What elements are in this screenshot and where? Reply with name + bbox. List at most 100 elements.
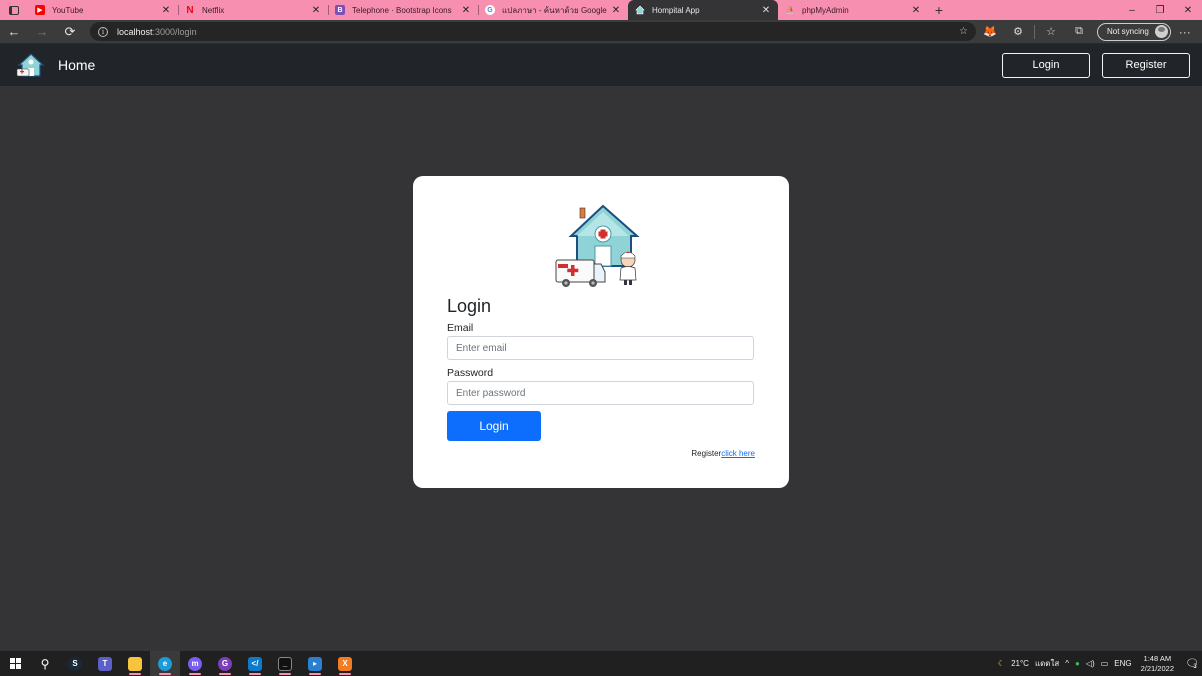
tab-youtube[interactable]: ▶ YouTube ✕ xyxy=(28,0,178,20)
vscode-icon: </ xyxy=(248,656,262,671)
arrow-right-icon: → xyxy=(35,24,49,39)
bootstrap-icon: B xyxy=(335,5,345,15)
xampp-icon: X xyxy=(338,656,352,671)
windows-taskbar: ⚲ S T e m G </ _ ▸ X ☾ 21°C แดดใส ^ ● ◁)… xyxy=(0,651,1202,676)
metamask-extension-icon[interactable]: 🦊 xyxy=(976,25,1004,38)
site-info-icon[interactable]: i xyxy=(98,26,108,37)
login-submit-button[interactable]: Login xyxy=(447,411,541,441)
new-tab-button[interactable]: + xyxy=(928,0,950,20)
extensions-puzzle-icon[interactable]: ⚙ xyxy=(1004,25,1032,38)
back-button[interactable]: ← xyxy=(0,20,28,44)
phpmyadmin-icon: ⛵ xyxy=(785,7,795,14)
restore-button[interactable]: ❐ xyxy=(1146,0,1174,20)
arrow-left-icon: ← xyxy=(7,24,21,39)
tab-phpmyadmin[interactable]: ⛵ phpMyAdmin ✕ xyxy=(778,0,928,20)
taskbar-xampp[interactable]: X xyxy=(330,651,360,676)
sync-label: Not syncing xyxy=(1107,27,1149,36)
start-button[interactable] xyxy=(0,651,30,676)
close-icon[interactable]: ✕ xyxy=(760,5,772,16)
close-icon[interactable]: ✕ xyxy=(910,5,922,16)
close-icon[interactable]: ✕ xyxy=(610,5,622,16)
network-status-icon[interactable]: ● xyxy=(1075,659,1080,668)
netflix-icon: N xyxy=(186,4,194,16)
register-link[interactable]: click here xyxy=(721,449,755,458)
notification-center-button[interactable]: 🗨 3 xyxy=(1180,651,1202,676)
window-close-button[interactable]: ✕ xyxy=(1174,0,1202,20)
input-language[interactable]: ENG xyxy=(1114,659,1131,668)
react-app-icon xyxy=(635,5,645,15)
clock-time: 1:48 AM xyxy=(1143,653,1172,663)
navbar-brand[interactable]: Home xyxy=(16,52,95,78)
favorite-star-icon[interactable]: ☆ xyxy=(959,26,968,37)
google-icon: G xyxy=(485,5,495,15)
avatar xyxy=(1154,25,1168,38)
taskbar-vscode[interactable]: </ xyxy=(240,651,270,676)
clock[interactable]: 1:48 AM 2/21/2022 xyxy=(1141,654,1174,674)
register-prompt-text: Register xyxy=(691,449,722,458)
tab-google-translate[interactable]: G แปลภาษา - ค้นหาด้วย Google ✕ xyxy=(478,0,628,20)
browser-tab-strip: ▶ YouTube ✕ N Netflix ✕ B Telephone · Bo… xyxy=(0,0,1202,20)
display-icon[interactable]: ▭ xyxy=(1101,659,1109,668)
close-icon[interactable]: ✕ xyxy=(160,5,172,16)
taskbar-steam[interactable]: S xyxy=(60,651,90,676)
taskbar-github[interactable]: G xyxy=(210,651,240,676)
taskbar-terminal[interactable]: _ xyxy=(270,651,300,676)
tab-title: YouTube xyxy=(52,5,84,15)
messenger-icon: m xyxy=(188,656,202,671)
folder-icon xyxy=(128,656,142,671)
address-bar[interactable]: i localhost:3000/login ☆ xyxy=(90,22,976,41)
password-field[interactable] xyxy=(447,381,754,405)
weather-temp[interactable]: 21°C xyxy=(1011,659,1029,668)
weather-moon-icon[interactable]: ☾ xyxy=(998,659,1005,668)
tab-bootstrap-icons[interactable]: B Telephone · Bootstrap Icons ✕ xyxy=(328,0,478,20)
tab-hompital-app[interactable]: Hompital App ✕ xyxy=(628,0,778,20)
password-label: Password xyxy=(447,367,494,379)
powershell-icon: ▸ xyxy=(308,656,322,671)
navbar-actions: Login Register xyxy=(1002,52,1190,78)
tab-title: แปลภาษา - ค้นหาด้วย Google xyxy=(502,5,607,15)
favorites-icon[interactable]: ☆ xyxy=(1037,25,1065,38)
nav-login-button[interactable]: Login xyxy=(1002,52,1090,78)
refresh-icon: ⟳ xyxy=(64,23,76,39)
toolbar-divider xyxy=(1034,24,1035,39)
profile-sync-button[interactable]: Not syncing xyxy=(1097,22,1171,41)
notification-count: 3 xyxy=(1193,663,1197,670)
login-title: Login xyxy=(447,296,492,316)
search-button[interactable]: ⚲ xyxy=(30,651,60,676)
tab-title: Netflix xyxy=(202,5,225,15)
close-icon[interactable]: ✕ xyxy=(310,5,322,16)
taskbar-file-explorer[interactable] xyxy=(120,651,150,676)
system-tray: ☾ 21°C แดดใส ^ ● ◁) ▭ ENG 1:48 AM 2/21/2… xyxy=(995,651,1202,676)
taskbar-teams[interactable]: T xyxy=(90,651,120,676)
tab-title: Telephone · Bootstrap Icons xyxy=(352,5,452,15)
close-icon[interactable]: ✕ xyxy=(460,5,472,16)
url-host: localhost xyxy=(117,26,153,37)
clock-date: 2/21/2022 xyxy=(1140,663,1174,673)
steam-icon: S xyxy=(68,656,82,671)
chevron-up-icon[interactable]: ^ xyxy=(1065,659,1069,668)
taskbar-powershell[interactable]: ▸ xyxy=(300,651,330,676)
collections-icon[interactable]: ⧉ xyxy=(1065,25,1093,38)
edge-icon: e xyxy=(158,656,172,671)
nav-register-button[interactable]: Register xyxy=(1102,52,1190,78)
register-prompt: Registerclick here xyxy=(691,449,755,458)
speaker-icon[interactable]: ◁) xyxy=(1086,659,1095,668)
browser-extensions: 🦊 ⚙ ☆ ⧉ xyxy=(976,24,1093,39)
tab-netflix[interactable]: N Netflix ✕ xyxy=(178,0,328,20)
app-navbar: Home Login Register xyxy=(0,44,1202,86)
url-path: :3000/login xyxy=(152,26,197,37)
taskbar-edge[interactable]: e xyxy=(150,651,180,676)
forward-button[interactable]: → xyxy=(28,20,56,44)
terminal-icon: _ xyxy=(278,656,292,671)
tab-actions-button[interactable] xyxy=(0,0,28,20)
more-options-button[interactable]: ··· xyxy=(1171,25,1199,39)
refresh-button[interactable]: ⟳ xyxy=(56,20,84,44)
github-icon: G xyxy=(218,656,232,671)
weather-desc[interactable]: แดดใส xyxy=(1035,657,1059,670)
windows-logo-icon xyxy=(9,658,21,669)
login-card: Login Email Password Login Registerclick… xyxy=(413,176,789,488)
tab-title: phpMyAdmin xyxy=(802,5,849,15)
email-field[interactable] xyxy=(447,336,754,360)
minimize-button[interactable]: – xyxy=(1118,0,1146,20)
taskbar-messenger[interactable]: m xyxy=(180,651,210,676)
